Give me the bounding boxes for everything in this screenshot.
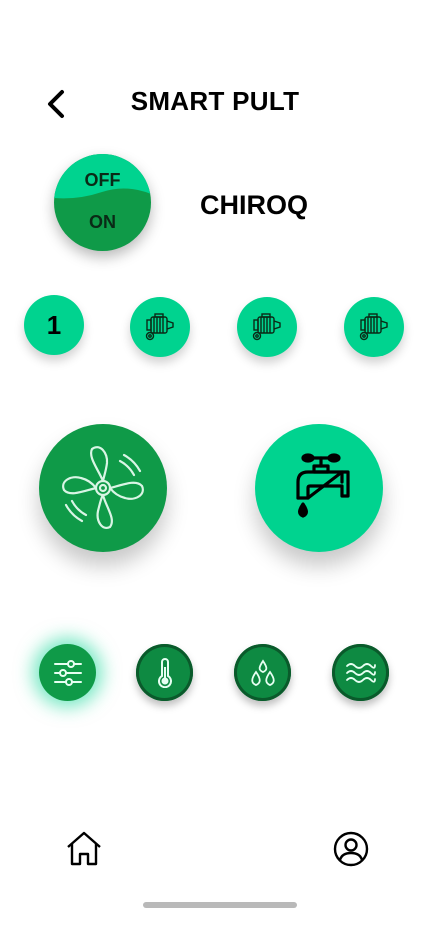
mode-button-motor-3[interactable] — [344, 297, 404, 357]
home-icon — [67, 831, 101, 866]
temperature-button[interactable] — [136, 644, 193, 701]
profile-icon — [333, 831, 369, 867]
mode-button-motor-1[interactable] — [130, 297, 190, 357]
page-title: SMART PULT — [130, 86, 300, 116]
mode-number: 1 — [46, 309, 62, 340]
airflow-button[interactable] — [332, 644, 389, 701]
mode-button-motor-2[interactable] — [237, 297, 297, 357]
sliders-icon — [53, 659, 82, 686]
power-on-label: ON — [89, 212, 116, 232]
water-drops-icon — [250, 658, 275, 686]
water-tap-button[interactable] — [255, 424, 383, 552]
water-tap-icon — [296, 453, 350, 518]
motor-icon — [145, 313, 174, 341]
thermometer-icon — [157, 657, 172, 688]
humidity-button[interactable] — [234, 644, 291, 701]
motor-icon — [359, 313, 388, 341]
power-toggle[interactable]: OFF ON — [54, 154, 151, 251]
sliders-button[interactable] — [39, 644, 96, 701]
waves-icon — [345, 662, 376, 683]
fan-icon — [62, 446, 144, 529]
nav-profile[interactable] — [329, 827, 373, 871]
motor-icon — [252, 313, 281, 341]
home-indicator — [143, 902, 297, 908]
mode-button-1[interactable]: 1 — [24, 295, 84, 355]
device-name: CHIROQ — [200, 190, 308, 220]
nav-home[interactable] — [62, 827, 106, 871]
fan-button[interactable] — [39, 424, 167, 552]
power-off-label: OFF — [84, 170, 121, 190]
